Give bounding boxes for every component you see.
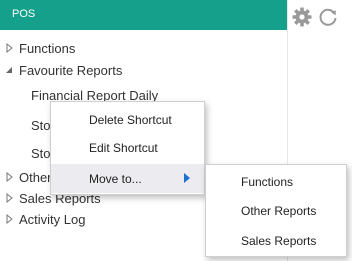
tree-item-label: Functions	[19, 40, 76, 56]
menu-item-label: Functions	[241, 174, 294, 189]
menu-item-label: Edit Shortcut	[89, 141, 158, 155]
menu-item-label: Other Reports	[241, 204, 317, 218]
submenu-item-functions[interactable]: Functions	[206, 167, 346, 196]
tree-item-favourite-reports[interactable]: Favourite Reports	[0, 60, 287, 80]
submenu-arrow-icon	[184, 173, 190, 183]
move-to-menu-item[interactable]: Move to...	[51, 164, 204, 193]
menu-item-label: Delete Shortcut	[89, 113, 172, 127]
edit-shortcut-menu-item[interactable]: Edit Shortcut	[51, 134, 204, 162]
submenu-item-sales-reports[interactable]: Sales Reports	[206, 226, 346, 256]
tree-item-label: Other	[19, 169, 52, 185]
tree-item-label: Activity Log	[19, 211, 86, 227]
expand-arrow-icon	[6, 172, 13, 182]
refresh-icon[interactable]	[317, 6, 339, 28]
tree-item-label: Favourite Reports	[19, 62, 123, 78]
submenu-item-other-reports[interactable]: Other Reports	[206, 196, 346, 226]
move-to-submenu: Functions Other Reports Sales Reports	[205, 164, 347, 257]
context-menu: Delete Shortcut Edit Shortcut Move to...	[50, 101, 205, 195]
tree-item-functions[interactable]: Functions	[0, 38, 287, 58]
app-header: POS	[0, 0, 287, 30]
gear-icon[interactable]	[291, 6, 313, 28]
app-title: POS	[12, 8, 36, 20]
expand-arrow-icon	[6, 193, 13, 203]
menu-item-label: Move to...	[89, 171, 142, 186]
menu-item-label: Sales Reports	[241, 234, 317, 248]
collapse-arrow-icon	[6, 67, 12, 73]
delete-shortcut-menu-item[interactable]: Delete Shortcut	[51, 106, 204, 134]
expand-arrow-icon	[6, 214, 13, 224]
expand-arrow-icon	[6, 43, 13, 53]
